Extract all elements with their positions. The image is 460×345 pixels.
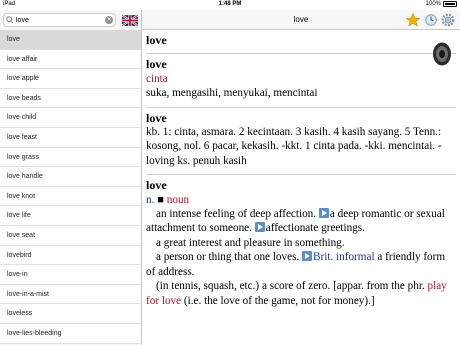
part-of-speech: n. ■ noun xyxy=(146,193,456,207)
star-icon[interactable] xyxy=(405,12,421,28)
sidebar: ✕ love love affair love apple love beads… xyxy=(0,10,142,345)
play-icon[interactable] xyxy=(302,251,313,262)
word-list: love love affair love apple love beads l… xyxy=(0,30,141,344)
clear-search-icon[interactable]: ✕ xyxy=(105,16,114,24)
sense-text: an intense feeling of deep affection. xyxy=(156,208,317,221)
sense-text: affectionate greetings. xyxy=(265,222,365,235)
nav-icons xyxy=(405,12,455,28)
list-item[interactable]: love xyxy=(0,30,141,50)
clock: 1:48 PM xyxy=(218,1,242,7)
sense-text: a person or thing that one loves. xyxy=(156,251,300,264)
register-label: Brit. informal xyxy=(313,251,375,264)
synonyms: suka, mengasihi, menyukai, mencintai xyxy=(146,87,318,100)
list-item[interactable]: love-in-a-mist xyxy=(0,284,141,305)
settings-gear-icon[interactable] xyxy=(441,13,455,27)
battery-percent: 100% xyxy=(425,1,441,7)
entry-headword-only: love xyxy=(146,30,456,55)
translation: cinta xyxy=(146,72,168,85)
pos-abbr: n. xyxy=(146,193,155,206)
list-item[interactable]: love child xyxy=(0,108,141,128)
list-item[interactable]: love knot xyxy=(0,186,141,207)
list-item[interactable]: love beads xyxy=(0,88,141,109)
headword: love xyxy=(146,33,167,47)
speaker-icon[interactable] xyxy=(432,42,452,66)
history-icon[interactable] xyxy=(424,13,438,27)
definition-content: love love cinta suka, mengasihi, menyuka… xyxy=(142,30,460,314)
entry-indonesian-short: love cinta suka, mengasihi, menyukai, me… xyxy=(146,54,456,108)
headword: love xyxy=(146,178,167,193)
list-item[interactable]: love handle xyxy=(0,167,141,187)
definition-pane: love love love cinta suka, mengasihi, me… xyxy=(142,10,460,345)
list-item[interactable]: lovebird xyxy=(0,245,141,266)
uk-flag-icon[interactable] xyxy=(122,14,138,26)
list-item[interactable]: love feast xyxy=(0,127,141,148)
search-icon xyxy=(4,14,16,26)
pos-full: noun xyxy=(166,193,190,206)
sense-1: an intense feeling of deep affection. a … xyxy=(146,207,456,236)
sense-text: (in tennis, squash, etc.) a score of zer… xyxy=(156,280,425,293)
headword: love xyxy=(146,57,167,72)
list-item[interactable]: love affair xyxy=(0,49,141,70)
sense-text: a great interest and pleasure in somethi… xyxy=(156,236,345,249)
list-item[interactable]: love grass xyxy=(0,147,141,168)
bullet-icon: ■ xyxy=(157,193,164,206)
search-input[interactable] xyxy=(16,14,106,26)
list-item[interactable]: love apple xyxy=(0,69,141,89)
list-item[interactable]: love life xyxy=(0,206,141,226)
nav-bar: love xyxy=(142,10,460,30)
status-bar: iPad 1:48 PM 100% xyxy=(0,0,460,10)
headword: love xyxy=(146,110,167,125)
sense-4: (in tennis, squash, etc.) a score of zer… xyxy=(146,279,456,308)
sense-text: (i.e. the love of the game, not for mone… xyxy=(183,294,375,307)
search-box[interactable]: ✕ xyxy=(3,13,117,27)
battery-icon xyxy=(443,1,457,7)
sense-2: a great interest and pleasure in somethi… xyxy=(146,236,456,250)
play-icon[interactable] xyxy=(254,222,265,233)
entry-english: love n. ■ noun an intense feeling of dee… xyxy=(146,175,456,314)
list-item[interactable]: love-in xyxy=(0,265,141,285)
battery-indicator: 100% xyxy=(426,1,457,7)
entry-indonesian-full: love kb. 1: cinta, asmara. 2 kecintaan. … xyxy=(146,108,456,176)
list-item[interactable]: love seat xyxy=(0,225,141,246)
play-icon[interactable] xyxy=(318,208,329,219)
sense-3: a person or thing that one loves. Brit. … xyxy=(146,250,456,279)
list-item[interactable]: loveless xyxy=(0,304,141,324)
search-bar: ✕ xyxy=(0,10,141,30)
definition-text: kb. 1: cinta, asmara. 2 kecintaan. 3 kas… xyxy=(146,126,442,167)
list-item[interactable]: love-lies-bleeding xyxy=(0,323,141,344)
